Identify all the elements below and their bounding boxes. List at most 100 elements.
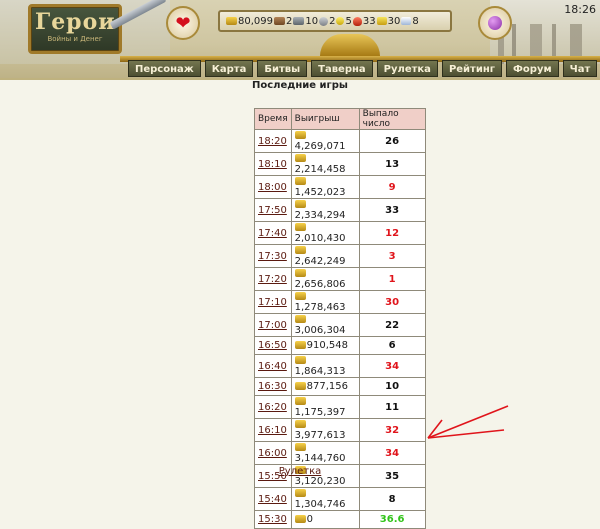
number-cell: 36.6 (358, 510, 426, 529)
column-header-time: Время (254, 108, 292, 130)
nav-map[interactable]: Карта (204, 60, 254, 77)
game-time-link[interactable]: 16:00 (258, 448, 287, 459)
table-row: 15:40 1,304,746 8 (254, 487, 426, 511)
game-time-link[interactable]: 17:30 (258, 251, 287, 262)
win-amount: 3,006,304 (294, 325, 346, 336)
table-row: 17:20 2,656,806 1 (254, 267, 426, 291)
game-time-link[interactable]: 16:50 (258, 340, 287, 351)
table-row: 16:20 1,175,397 11 (254, 395, 426, 419)
number-cell: 34 (358, 354, 426, 378)
game-time-link[interactable]: 16:40 (258, 361, 287, 372)
time-cell: 17:10 (254, 290, 292, 314)
win-amount: 1,304,746 (294, 499, 346, 510)
time-cell: 16:20 (254, 395, 292, 419)
resource-ore: 10 (293, 16, 318, 27)
table-row: 17:50 2,334,294 33 (254, 198, 426, 222)
game-time-link[interactable]: 17:40 (258, 228, 287, 239)
game-time-link[interactable]: 17:00 (258, 320, 287, 331)
gold-icon (226, 17, 237, 25)
time-cell: 18:10 (254, 152, 292, 176)
golden-dome-decoration (320, 34, 380, 56)
number-cell: 8 (358, 487, 426, 511)
number-cell: 6 (358, 336, 426, 355)
game-header: Герои Войны и Денег ❤ 80,099 2 10 2 5 33… (0, 0, 600, 80)
main-navigation: Персонаж Карта Битвы Таверна Рулетка Рей… (128, 60, 598, 77)
win-amount: 1,175,397 (294, 407, 346, 418)
resources-panel: 80,099 2 10 2 5 33 30 8 (218, 10, 452, 32)
time-cell: 17:00 (254, 313, 292, 337)
win-amount: 3,977,613 (294, 430, 346, 441)
gold-icon (294, 443, 306, 451)
win-amount: 2,656,806 (294, 279, 346, 290)
time-cell: 17:50 (254, 198, 292, 222)
win-amount: 4,269,071 (294, 141, 346, 152)
time-cell: 16:40 (254, 354, 292, 378)
gold-icon (294, 246, 306, 254)
ore-icon (293, 17, 305, 25)
game-time-link[interactable]: 17:10 (258, 297, 287, 308)
time-cell: 17:20 (254, 267, 292, 291)
table-row: 15:30 0 36.6 (254, 510, 426, 529)
game-time-link[interactable]: 16:10 (258, 425, 287, 436)
time-cell: 18:00 (254, 175, 292, 199)
gold-icon (294, 154, 306, 162)
mana-button[interactable] (478, 6, 512, 40)
game-time-link[interactable]: 15:30 (258, 514, 287, 525)
game-time-link[interactable]: 15:40 (258, 494, 287, 505)
table-row: 18:20 4,269,071 26 (254, 129, 426, 153)
number-cell: 32 (358, 418, 426, 442)
game-time-link[interactable]: 18:20 (258, 136, 287, 147)
table-row: 18:00 1,452,023 9 (254, 175, 426, 199)
red-arrow-annotation (427, 405, 509, 439)
table-row: 16:40 1,864,313 34 (254, 354, 426, 378)
win-amount: 877,156 (306, 381, 348, 392)
nav-roulette[interactable]: Рулетка (376, 60, 438, 77)
nav-rating[interactable]: Рейтинг (441, 60, 502, 77)
win-amount: 2,214,458 (294, 164, 346, 175)
win-cell: 2,010,430 (290, 221, 360, 245)
game-time-link[interactable]: 17:20 (258, 274, 287, 285)
roulette-link[interactable]: Рулетка (0, 466, 600, 477)
table-row: 17:10 1,278,463 30 (254, 290, 426, 314)
gold-icon (294, 223, 306, 231)
diamond-icon (401, 17, 412, 25)
game-time-link[interactable]: 16:20 (258, 402, 287, 413)
win-cell: 910,548 (290, 336, 360, 355)
nav-character[interactable]: Персонаж (128, 60, 201, 77)
gold-icon (294, 382, 306, 390)
number-cell: 26 (358, 129, 426, 153)
table-row: 17:40 2,010,430 12 (254, 221, 426, 245)
game-logo[interactable]: Герои Войны и Денег (28, 4, 122, 54)
nav-forum[interactable]: Форум (506, 60, 559, 77)
win-cell: 1,452,023 (290, 175, 360, 199)
gold-icon (294, 341, 306, 349)
gold-icon (294, 397, 306, 405)
number-cell: 12 (358, 221, 426, 245)
number-cell: 33 (358, 198, 426, 222)
game-time-link[interactable]: 16:30 (258, 381, 287, 392)
gold-icon (294, 515, 306, 523)
wood-icon (274, 17, 285, 25)
win-amount: 1,864,313 (294, 366, 346, 377)
win-cell: 2,334,294 (290, 198, 360, 222)
table-row: 16:30 877,156 10 (254, 377, 426, 396)
nav-battles[interactable]: Битвы (257, 60, 308, 77)
game-time-link[interactable]: 17:50 (258, 205, 287, 216)
table-header-row: Время Выигрыш Выпало число (254, 108, 426, 130)
table-row: 17:30 2,642,249 3 (254, 244, 426, 268)
game-time-link[interactable]: 18:00 (258, 182, 287, 193)
logo-subtitle: Войны и Денег (47, 35, 103, 43)
potion-icon (488, 16, 502, 30)
win-cell: 1,304,746 (290, 487, 360, 511)
server-clock: 18:26 (564, 3, 596, 16)
win-cell: 2,214,458 (290, 152, 360, 176)
table-row: 18:10 2,214,458 13 (254, 152, 426, 176)
game-time-link[interactable]: 18:10 (258, 159, 287, 170)
time-cell: 16:00 (254, 441, 292, 465)
nav-chat[interactable]: Чат (562, 60, 598, 77)
win-cell: 2,656,806 (290, 267, 360, 291)
health-button[interactable]: ❤ (166, 6, 200, 40)
nav-tavern[interactable]: Таверна (311, 60, 373, 77)
win-cell: 2,642,249 (290, 244, 360, 268)
win-amount: 2,334,294 (294, 210, 346, 221)
